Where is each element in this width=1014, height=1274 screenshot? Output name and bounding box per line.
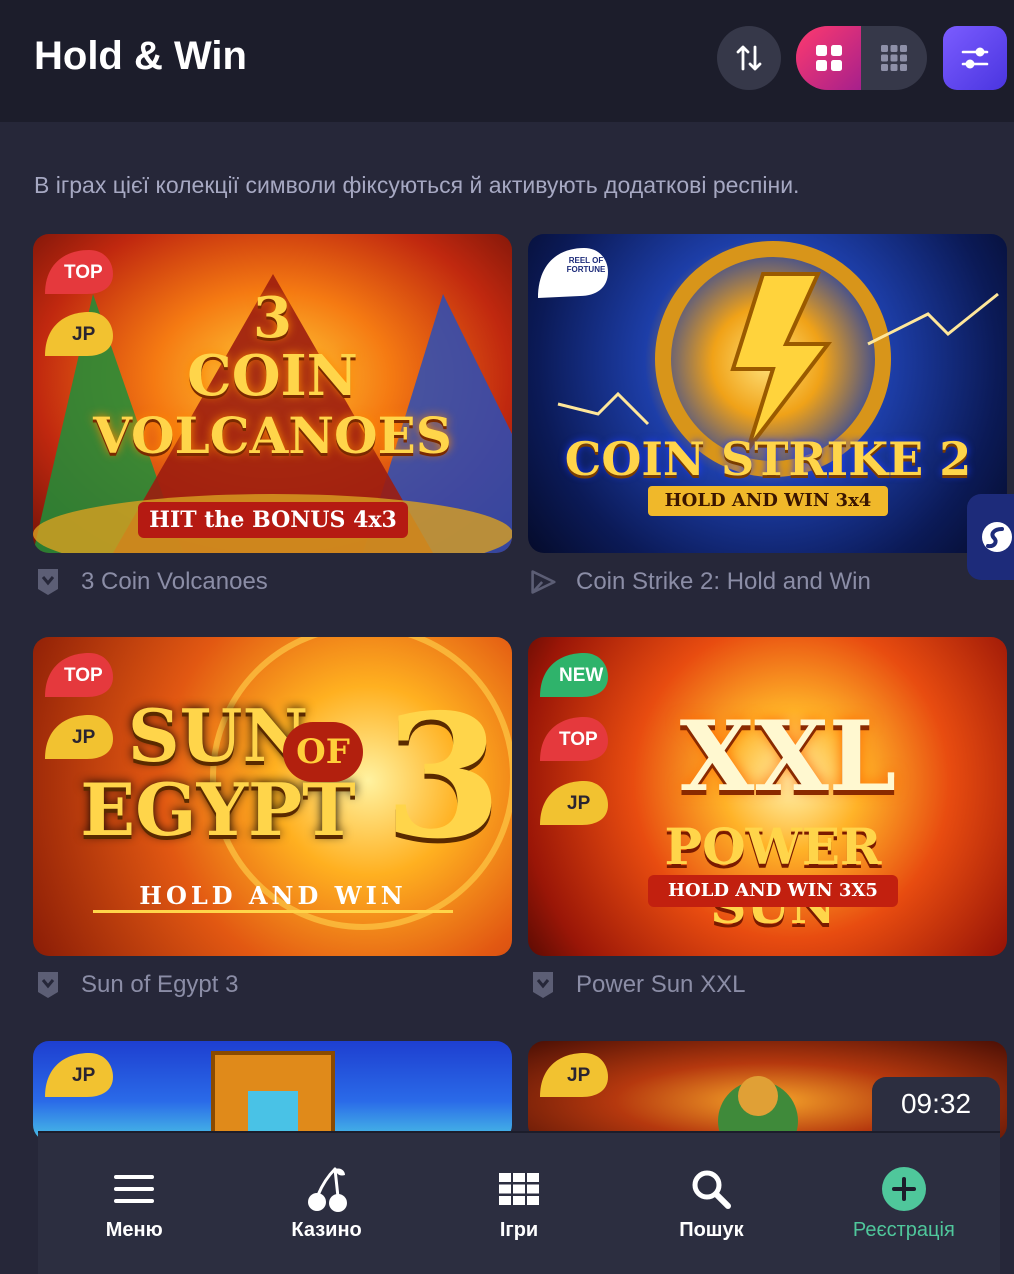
- game-art-subtitle: HOLD AND WIN 3x4: [648, 486, 888, 516]
- nav-item-games[interactable]: Ігри: [423, 1133, 615, 1274]
- bottom-navigation: Меню Казино Ігри Пошук Реєстрація: [38, 1131, 1000, 1274]
- filter-button[interactable]: [943, 26, 1007, 90]
- sort-button[interactable]: [717, 26, 781, 90]
- plus-circle-icon: [881, 1167, 926, 1211]
- game-card[interactable]: JP: [33, 1041, 512, 1141]
- game-thumbnail[interactable]: JP: [33, 1041, 512, 1141]
- badge-top: TOP: [39, 244, 113, 300]
- game-card[interactable]: COIN STRIKE 2 HOLD AND WIN 3x4 REEL OF F…: [528, 234, 1007, 597]
- large-grid-icon: [815, 45, 842, 71]
- game-art-title-xxl: XXL: [679, 700, 897, 813]
- nav-item-register[interactable]: Реєстрація: [808, 1133, 1000, 1274]
- nav-label: Меню: [105, 1219, 163, 1241]
- game-name[interactable]: Power Sun XXL: [576, 971, 745, 999]
- game-card[interactable]: 3 COIN VOLCANOES HIT the BONUS 4x3 TOP JP …: [33, 234, 512, 597]
- game-card[interactable]: SUN EGYPT 3 OF HOLD AND WIN TOP JP Sun of…: [33, 637, 512, 1000]
- nav-item-casino[interactable]: Казино: [230, 1133, 422, 1274]
- game-thumbnail[interactable]: COIN STRIKE 2 HOLD AND WIN 3x4 REEL OF F…: [528, 234, 1007, 553]
- game-thumbnail[interactable]: 3 COIN VOLCANOES HIT the BONUS 4x3 TOP JP: [33, 234, 512, 553]
- provider-play-arrow-icon: [530, 567, 556, 597]
- ribbon-reel-of-fortune: REEL OF FORTUNE: [534, 240, 608, 300]
- game-thumbnail[interactable]: SUN EGYPT 3 OF HOLD AND WIN TOP JP: [33, 637, 512, 956]
- nav-label: Реєстрація: [852, 1219, 955, 1241]
- game-name[interactable]: 3 Coin Volcanoes: [81, 568, 268, 596]
- game-name[interactable]: Coin Strike 2: Hold and Win: [576, 568, 871, 596]
- game-art-subtitle: HIT the BONUS 4x3: [138, 502, 408, 538]
- page-header: Hold & Win: [0, 0, 1014, 122]
- support-side-tab[interactable]: [967, 494, 1014, 580]
- game-thumbnail[interactable]: XXL POWER SUN HOLD AND WIN 3X5 NEW TOP J…: [528, 637, 1007, 956]
- game-art-title: COIN STRIKE 2: [564, 432, 972, 486]
- nav-label: Пошук: [679, 1219, 744, 1241]
- provider-shield-icon: [35, 970, 61, 1000]
- badge-jp: JP: [39, 1047, 113, 1103]
- game-art-number: 3: [383, 677, 503, 877]
- provider-shield-icon: [35, 567, 61, 597]
- clock: 09:32: [872, 1077, 1000, 1131]
- game-name[interactable]: Sun of Egypt 3: [81, 971, 238, 999]
- search-icon: [689, 1167, 733, 1211]
- badge-jp: JP: [534, 775, 608, 831]
- view-toggle: [796, 26, 927, 90]
- grid-icon: [497, 1167, 541, 1211]
- badge-top: TOP: [39, 647, 113, 703]
- badge-jp: JP: [39, 306, 113, 362]
- menu-icon: [112, 1167, 156, 1211]
- badge-jp: JP: [39, 709, 113, 765]
- support-logo-icon: [982, 522, 1012, 552]
- sort-arrows-icon: [736, 45, 762, 71]
- page-title: Hold & Win: [34, 34, 247, 78]
- provider-shield-icon: [530, 970, 556, 1000]
- large-grid-view-button[interactable]: [796, 26, 861, 90]
- nav-item-menu[interactable]: Меню: [38, 1133, 230, 1274]
- game-card[interactable]: XXL POWER SUN HOLD AND WIN 3X5 NEW TOP J…: [528, 637, 1007, 1000]
- game-art-of: OF: [283, 722, 363, 782]
- collection-description: В іграх цієї колекції символи фіксуються…: [34, 172, 800, 198]
- small-grid-icon: [881, 45, 907, 71]
- game-art-subtitle: HOLD AND WIN: [93, 881, 453, 913]
- nav-label: Казино: [291, 1219, 362, 1241]
- game-art-subtitle: HOLD AND WIN 3X5: [648, 875, 898, 907]
- badge-new: NEW: [534, 647, 608, 703]
- badge-top: TOP: [534, 711, 608, 767]
- cherries-icon: [305, 1167, 349, 1212]
- nav-label: Ігри: [499, 1219, 539, 1241]
- sliders-icon: [961, 47, 989, 69]
- badge-jp: JP: [534, 1047, 608, 1103]
- nav-item-search[interactable]: Пошук: [615, 1133, 807, 1274]
- small-grid-view-button[interactable]: [861, 26, 927, 90]
